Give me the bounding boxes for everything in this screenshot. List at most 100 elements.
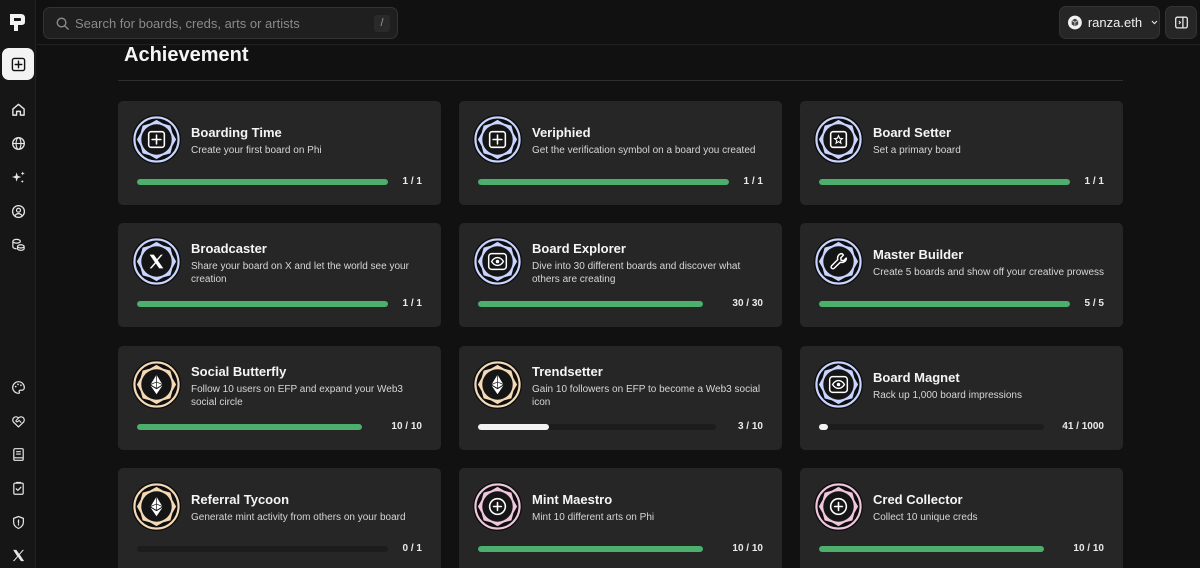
progress-bar-fill [137,301,388,307]
progress-bar-fill [819,424,829,430]
achievement-card[interactable]: Trendsetter Gain 10 followers on EFP to b… [459,346,782,450]
toggle-panel-button[interactable] [1165,6,1197,39]
ethereum-badge-icon [472,359,523,410]
progress-bar-fill [819,301,1070,307]
progress-count: 30 / 30 [732,298,763,309]
progress-bar [478,546,703,552]
achievement-description: Share your board on X and let the world … [191,261,409,285]
achievement-title: Board Magnet [873,370,960,385]
achievement-title: Cred Collector [873,492,963,507]
achievement-card[interactable]: Referral Tycoon Generate mint activity fr… [118,468,441,568]
achievement-description: Collect 10 unique creds [873,512,978,523]
progress-bar [819,179,1070,185]
achievement-card[interactable]: Mint Maestro Mint 10 different arts on Ph… [459,468,782,568]
search-bar[interactable]: / [43,7,398,39]
achievement-card[interactable]: Board Magnet Rack up 1,000 board impressi… [800,346,1123,450]
achievement-card[interactable]: Boarding Time Create your first board on … [118,101,441,205]
achievement-description: Create your first board on Phi [191,145,322,156]
sidebar-item-home[interactable] [8,99,28,119]
achievement-description: Follow 10 users on EFP and expand your W… [191,384,403,408]
progress-bar [819,546,1044,552]
sidebar-item-security[interactable] [8,512,28,532]
sidebar-item-ai[interactable] [8,167,28,187]
user-circle-icon [11,204,25,218]
clipboard-check-icon [12,481,24,495]
chevron-down-icon [1151,20,1158,25]
sidebar-item-profile[interactable] [8,201,28,221]
progress-count: 1 / 1 [402,298,422,309]
sidebar-item-create[interactable] [2,48,34,80]
progress-count: 10 / 10 [1073,543,1104,554]
plus-circle-badge-icon [472,481,523,532]
book-icon [12,447,24,461]
progress-count: 1 / 1 [1084,176,1104,187]
achievement-title: Veriphied [532,125,591,140]
plus-square-icon [11,57,25,71]
shield-icon [12,515,24,529]
globe-icon [11,136,25,150]
achievement-title: Mint Maestro [532,492,613,507]
achievement-title: Master Builder [873,247,964,262]
progress-bar [478,301,703,307]
sidebar-item-art[interactable] [8,377,28,397]
progress-count: 1 / 1 [402,176,422,187]
eye-badge-icon [472,236,523,287]
sidebar-item-explore[interactable] [8,133,28,153]
progress-bar [137,301,388,307]
progress-bar [478,179,729,185]
eye-badge-icon [813,359,864,410]
progress-bar [137,179,388,185]
achievement-card[interactable]: Board Explorer Dive into 30 different boa… [459,223,782,327]
progress-bar-fill [137,424,362,430]
progress-bar-fill [478,424,550,430]
phi-logo[interactable] [9,13,26,32]
achievement-card[interactable]: Social Butterfly Follow 10 users on EFP a… [118,346,441,450]
sidebar-item-x[interactable] [8,545,28,565]
sidebar-panel-icon [1174,16,1188,29]
sidebar-item-community[interactable] [8,411,28,431]
achievement-card[interactable]: Cred Collector Collect 10 unique creds 10 … [800,468,1123,568]
sidebar-item-rewards[interactable] [8,234,28,254]
progress-bar [137,546,388,552]
home-icon [11,103,25,116]
heart-handshake-icon [11,415,25,428]
achievement-title: Referral Tycoon [191,492,290,507]
account-menu-button[interactable]: ranza.eth [1059,6,1160,39]
user-name: ranza.eth [1087,15,1143,30]
progress-bar [137,424,362,430]
palette-icon [11,380,25,394]
progress-bar-fill [819,179,1070,185]
progress-count: 1 / 1 [743,176,763,187]
achievement-description: Create 5 boards and show off your creati… [873,267,1105,278]
progress-count: 10 / 10 [732,543,763,554]
achievement-title: Broadcaster [191,241,267,256]
sidebar-item-tasks[interactable] [8,478,28,498]
progress-count: 3 / 10 [737,421,763,432]
x-logo-icon [12,549,24,561]
progress-bar-fill [478,301,703,307]
achievement-description: Dive into 30 different boards and discov… [532,261,741,285]
achievement-title: Board Explorer [532,241,626,256]
progress-bar-fill [819,546,1044,552]
title-divider [118,80,1123,81]
achievement-card[interactable]: Master Builder Create 5 boards and show o… [800,223,1123,327]
achievement-card[interactable]: Veriphied Get the verification symbol on … [459,101,782,205]
achievement-title: Social Butterfly [191,364,287,379]
progress-count: 41 / 1000 [1062,421,1104,432]
sidebar-item-docs[interactable] [8,444,28,464]
progress-bar [819,301,1070,307]
progress-count: 5 / 5 [1084,298,1104,309]
achievement-card[interactable]: Board Setter Set a primary board 1 / 1 [800,101,1123,205]
sparkles-icon [11,170,25,183]
progress-bar-fill [478,546,703,552]
achievement-description: Set a primary board [873,145,961,156]
progress-count: 10 / 10 [391,421,422,432]
coins-icon [11,238,25,251]
search-input[interactable] [75,14,365,33]
star-square-badge-icon [813,114,864,165]
progress-bar [819,424,1044,430]
achievement-description: Mint 10 different arts on Phi [532,512,655,523]
wrench-badge-icon [813,236,864,287]
achievement-card[interactable]: Broadcaster Share your board on X and let… [118,223,441,327]
plus-square-badge-icon [472,114,523,165]
